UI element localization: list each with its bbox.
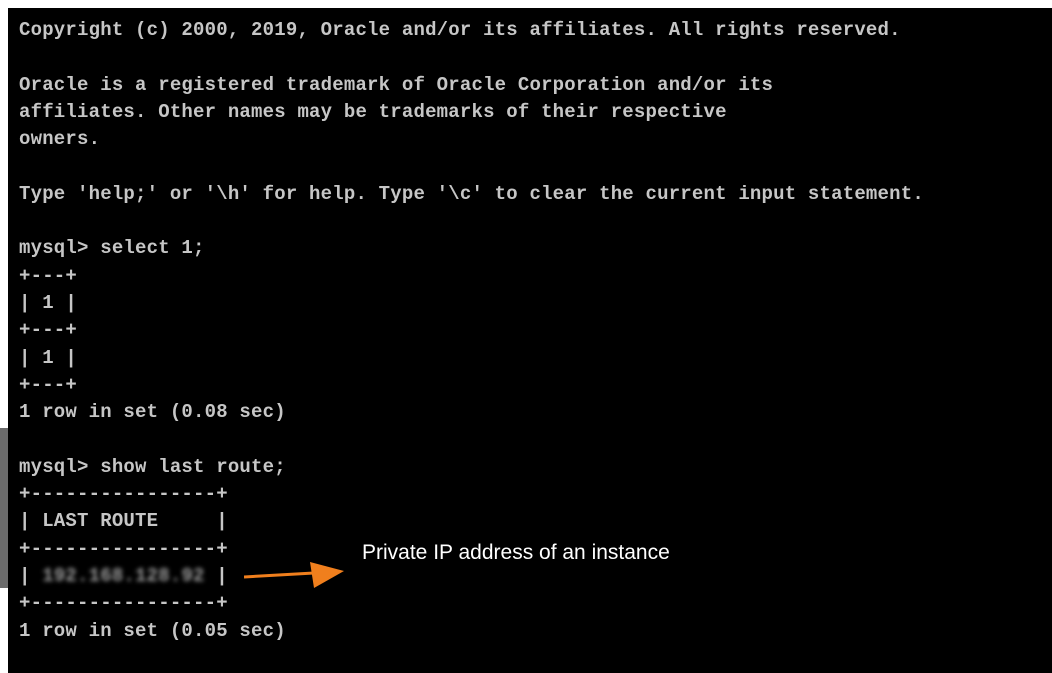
annotation-label: Private IP address of an instance <box>362 541 670 564</box>
table-border: +---+ <box>19 319 78 342</box>
table-row-ip: | 192.168.128.92 | <box>19 563 924 590</box>
table-header: | 1 | <box>19 291 78 314</box>
table-border: +---+ <box>19 264 78 287</box>
blurred-ip-value: 192.168.128.92 <box>42 564 205 587</box>
window-edge <box>0 428 8 588</box>
arrow-right-icon <box>244 562 344 588</box>
help-line: Type 'help;' or '\h' for help. Type '\c'… <box>19 182 924 205</box>
copyright-line: Copyright (c) 2000, 2019, Oracle and/or … <box>19 19 901 41</box>
mysql-command: mysql> select 1; <box>19 237 205 260</box>
result-summary: 1 row in set (0.05 sec) <box>19 619 286 642</box>
terminal-window[interactable]: Copyright (c) 2000, 2019, Oracle and/or … <box>8 8 1052 673</box>
table-cell-pipe: | <box>204 564 228 587</box>
table-cell-pipe: | <box>19 564 43 587</box>
result-summary: 1 row in set (0.08 sec) <box>19 401 286 424</box>
table-border: +----------------+ <box>19 592 228 615</box>
table-row: | 1 | <box>19 346 78 369</box>
table-border: +----------------+ <box>19 483 228 506</box>
table-border: +---+ <box>19 373 78 396</box>
arrow-head <box>310 562 344 588</box>
arrow-shaft <box>244 571 315 579</box>
mysql-command: mysql> show last route; <box>19 455 286 478</box>
trademark-line: owners. <box>19 128 101 151</box>
trademark-line: Oracle is a registered trademark of Orac… <box>19 73 774 96</box>
table-header: | LAST ROUTE | <box>19 510 228 533</box>
trademark-line: affiliates. Other names may be trademark… <box>19 100 727 123</box>
